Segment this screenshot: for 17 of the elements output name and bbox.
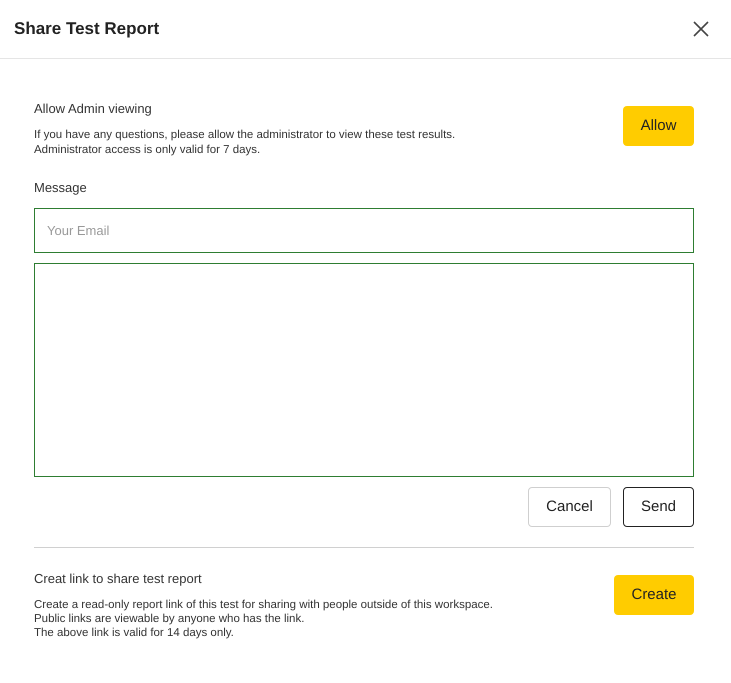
cancel-button[interactable]: Cancel — [528, 487, 611, 527]
close-button[interactable] — [691, 19, 711, 39]
allow-button[interactable]: Allow — [623, 106, 694, 146]
description-text: Create a read-only report link of this test for sharing with people outside of this workspace. — [34, 598, 493, 612]
description-text: If you have any questions, please allow the administrator to view these test results. — [34, 128, 456, 142]
section-heading: Creat link to share test report — [34, 570, 203, 588]
message-field[interactable] — [34, 263, 694, 477]
close-icon — [693, 21, 709, 37]
message-label: Message — [34, 178, 88, 197]
send-button[interactable]: Send — [623, 487, 694, 527]
description-text: Public links are viewable by anyone who has the link. — [34, 612, 306, 626]
create-button[interactable]: Create — [614, 575, 694, 615]
description-text: The above link is valid for 14 days only. — [34, 626, 235, 640]
description-text: Administrator access is only valid for 7 days. — [34, 142, 262, 158]
dialog-title: Share Test Report — [14, 18, 160, 40]
section-heading: Allow Admin viewing — [34, 100, 153, 118]
email-field[interactable]: Your Email — [34, 208, 694, 253]
